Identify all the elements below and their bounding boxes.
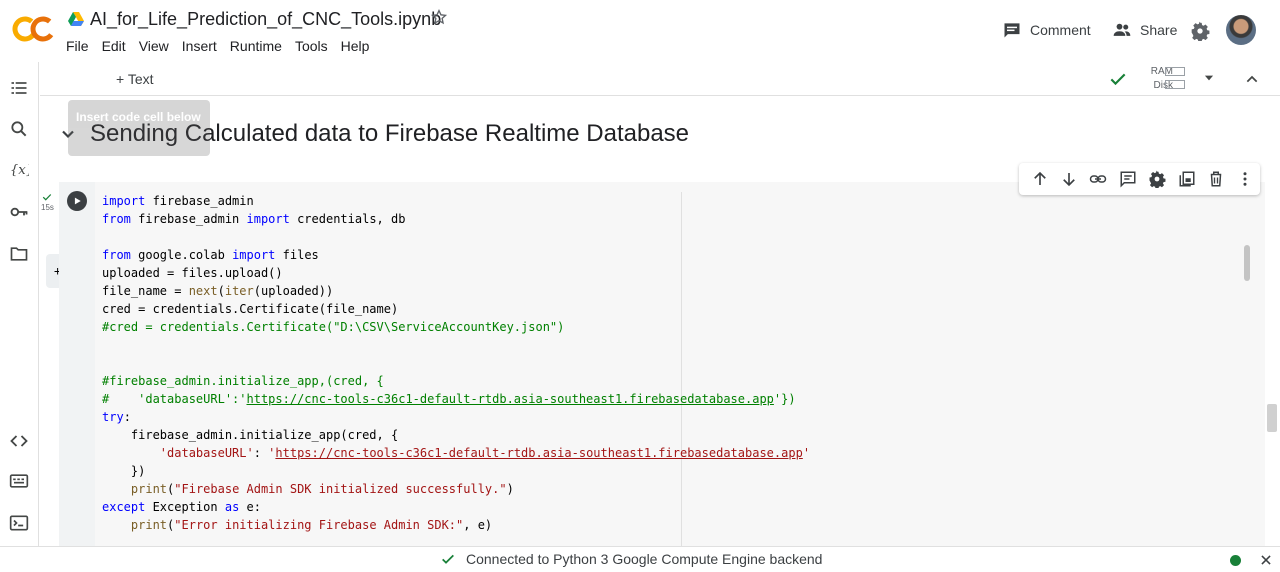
settings-gear-icon[interactable]: [1190, 21, 1210, 41]
mirror-cell-button[interactable]: [1172, 164, 1201, 194]
menu-insert[interactable]: Insert: [182, 38, 217, 54]
people-icon: [1113, 23, 1131, 36]
exec-time: 15s: [41, 203, 54, 212]
code-line: try:: [102, 410, 131, 424]
trash-icon: [1210, 171, 1222, 187]
code-line: uploaded = files.upload(): [102, 266, 283, 280]
notebook-toolbar: + Code + Text RAM Disk: [40, 62, 1280, 288]
link-icon: [1090, 175, 1107, 183]
insert-code-tooltip: Insert code cell below: [68, 100, 210, 156]
comment-button[interactable]: Comment: [1002, 20, 1091, 40]
cell-run-gutter: [59, 182, 95, 546]
connection-status: Connected to Python 3 Google Compute Eng…: [440, 551, 822, 567]
variables-icon[interactable]: {x}: [9, 160, 29, 180]
code-line: firebase_admin.initialize_app(cred, {: [102, 428, 399, 442]
code-line: from google.colab import files: [102, 248, 319, 262]
terminal-icon[interactable]: [9, 513, 29, 533]
app-header: AI_for_Life_Prediction_of_CNC_Tools.ipyn…: [0, 0, 1280, 62]
comment-label: Comment: [1030, 22, 1091, 38]
code-line: print("Error initializing Firebase Admin…: [130, 518, 493, 532]
left-sidebar: {x}: [0, 62, 39, 546]
more-vert-icon: [1243, 172, 1247, 186]
add-comment-button[interactable]: [1113, 164, 1142, 194]
menu-edit[interactable]: Edit: [102, 38, 126, 54]
gear-icon: [1149, 170, 1166, 188]
comment-icon: [1120, 171, 1136, 188]
secrets-key-icon[interactable]: [9, 202, 29, 222]
notebook-title[interactable]: AI_for_Life_Prediction_of_CNC_Tools.ipyn…: [90, 9, 441, 30]
cell-scrollbar[interactable]: [1244, 245, 1250, 281]
code-line: file_name = next(iter(uploaded)): [102, 284, 334, 298]
close-icon[interactable]: [1259, 553, 1273, 567]
code-line: #cred = credentials.Certificate("D:\CSV\…: [102, 320, 565, 334]
search-icon[interactable]: [9, 119, 29, 139]
collapse-header-icon[interactable]: [1244, 71, 1260, 87]
menu-view[interactable]: View: [139, 38, 169, 54]
command-palette-icon[interactable]: [9, 471, 29, 491]
move-cell-up-button[interactable]: [1025, 164, 1054, 194]
code-line: import firebase_admin: [102, 194, 254, 208]
menu-bar: File Edit View Insert Runtime Tools Help: [66, 38, 382, 54]
tooltip-text: Insert code cell below: [76, 110, 201, 124]
more-actions-button[interactable]: [1231, 164, 1260, 194]
code-line: from firebase_admin import credentials, …: [102, 212, 406, 226]
check-icon: [442, 554, 454, 564]
mirror-in-tab-icon: [1179, 171, 1195, 187]
code-content[interactable]: import firebase_adminfrom firebase_admin…: [102, 192, 810, 534]
cell-exec-status: 15s: [39, 188, 59, 218]
folder-icon[interactable]: [9, 244, 29, 264]
star-icon[interactable]: [430, 8, 448, 26]
connected-check-icon: [1110, 73, 1126, 86]
user-avatar[interactable]: [1226, 15, 1256, 45]
menu-help[interactable]: Help: [341, 38, 370, 54]
google-drive-icon: [68, 12, 84, 26]
delete-cell-button[interactable]: [1201, 164, 1230, 194]
menu-tools[interactable]: Tools: [295, 38, 328, 54]
play-icon: [74, 197, 81, 205]
share-label: Share: [1140, 22, 1178, 38]
arrow-down-icon: [1063, 173, 1075, 187]
menu-file[interactable]: File: [66, 38, 89, 54]
code-line: print("Firebase Admin SDK initialized su…: [130, 482, 514, 496]
code-line: except Exception as e:: [102, 500, 261, 514]
svg-text:{x}: {x}: [10, 163, 29, 178]
code-line: cred = credentials.Certificate(file_name…: [102, 302, 399, 316]
copy-link-button[interactable]: [1084, 164, 1113, 194]
move-cell-down-button[interactable]: [1054, 164, 1083, 194]
comment-icon: [1004, 23, 1020, 38]
code-line: 'databaseURL': 'https://cnc-tools-c36c1-…: [159, 446, 811, 460]
run-cell-button[interactable]: [67, 191, 87, 211]
cell-settings-button[interactable]: [1143, 164, 1172, 194]
code-line: }): [102, 464, 146, 478]
arrow-up-icon: [1033, 171, 1046, 185]
page-scrollbar[interactable]: [1267, 404, 1277, 432]
disk-usage-bar: [1165, 80, 1185, 89]
resource-usage-bars[interactable]: [1165, 67, 1185, 93]
ram-usage-bar: [1165, 67, 1185, 76]
code-line: # 'databaseURL':'https://cnc-tools-c36c1…: [102, 392, 796, 406]
colab-logo[interactable]: [12, 13, 56, 45]
cell-toolbar: [1019, 163, 1260, 195]
add-text-cell-button[interactable]: + Text: [116, 62, 154, 96]
table-of-contents-icon[interactable]: [9, 78, 29, 98]
exec-success-check-icon: [42, 194, 52, 201]
status-text: Connected to Python 3 Google Compute Eng…: [466, 551, 823, 567]
runtime-status-dot: [1230, 555, 1241, 566]
chevron-down-icon[interactable]: [1202, 71, 1216, 85]
share-button[interactable]: Share: [1112, 20, 1177, 40]
code-snippets-icon[interactable]: [9, 431, 29, 451]
code-line: #firebase_admin.initialize_app,(cred, {: [102, 374, 384, 388]
menu-runtime[interactable]: Runtime: [230, 38, 282, 54]
status-bar: Connected to Python 3 Google Compute Eng…: [0, 546, 1280, 572]
